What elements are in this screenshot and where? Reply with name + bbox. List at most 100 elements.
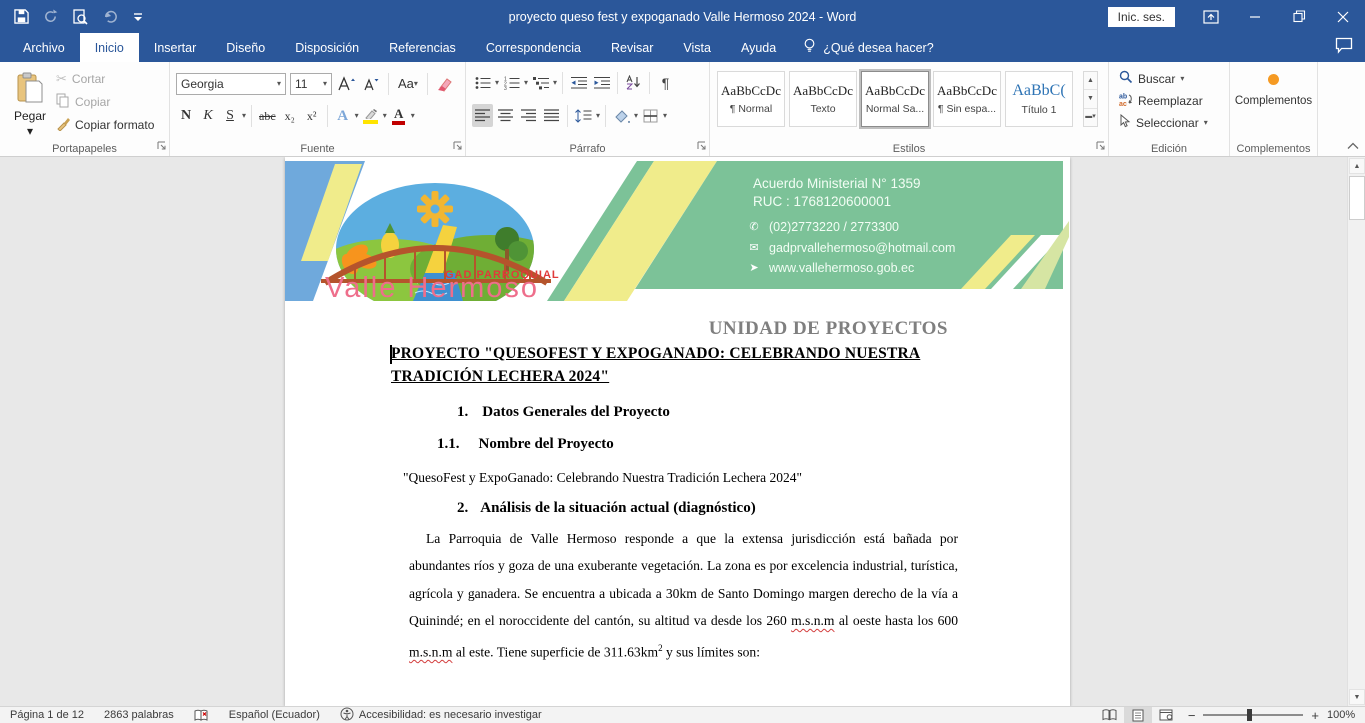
close-button[interactable]	[1321, 0, 1365, 33]
sign-in-button[interactable]: Inic. ses.	[1108, 7, 1175, 27]
bold-button[interactable]: N	[176, 105, 196, 128]
format-painter-button[interactable]: Copiar formato	[56, 114, 154, 136]
styles-scroll-down-icon[interactable]: ▼	[1084, 90, 1097, 108]
undo-icon[interactable]	[102, 10, 119, 24]
read-mode-button[interactable]	[1096, 707, 1124, 723]
select-button[interactable]: Seleccionar ▾	[1119, 114, 1208, 131]
tab-inicio[interactable]: Inicio	[80, 33, 139, 62]
style-card-sin-espaciado[interactable]: AaBbCcDc ¶ Sin espa...	[933, 71, 1001, 127]
superscript-button[interactable]: x²	[302, 105, 322, 128]
shrink-font-button[interactable]	[361, 72, 381, 95]
dialog-launcher-icon[interactable]	[157, 140, 167, 154]
complementos-button[interactable]: Complementos	[1230, 74, 1317, 107]
scroll-down-arrow-icon[interactable]: ▼	[1349, 689, 1365, 705]
print-preview-icon[interactable]	[72, 9, 88, 25]
tell-me-box[interactable]: ¿Qué desea hacer?	[791, 33, 946, 62]
line-spacing-caret-icon[interactable]: ▾	[596, 112, 600, 120]
style-card-titulo-1[interactable]: AaBbC( Título 1	[1005, 71, 1073, 127]
style-card-normal-sa[interactable]: AaBbCcDc Normal Sa...	[861, 71, 929, 127]
bullets-button[interactable]	[472, 71, 493, 94]
zoom-slider-thumb[interactable]	[1247, 709, 1252, 721]
styles-gallery-more-icon[interactable]: ▬▾	[1084, 109, 1097, 126]
dialog-launcher-icon[interactable]	[453, 140, 463, 154]
vertical-scrollbar[interactable]: ▲ ▼	[1347, 157, 1365, 706]
line-spacing-button[interactable]	[573, 104, 594, 127]
zoom-in-button[interactable]: +	[1311, 708, 1319, 723]
zoom-slider[interactable]	[1203, 714, 1303, 716]
scrollbar-thumb[interactable]	[1349, 176, 1365, 220]
print-layout-button[interactable]	[1124, 707, 1152, 723]
justify-button[interactable]	[541, 104, 562, 127]
shading-caret-icon[interactable]: ▾	[634, 112, 638, 120]
style-card-texto[interactable]: AaBbCcDc Texto	[789, 71, 857, 127]
multilevel-caret-icon[interactable]: ▾	[553, 79, 557, 87]
decrease-indent-button[interactable]	[568, 71, 589, 94]
font-family-combobox[interactable]: Georgia ▾	[176, 73, 286, 95]
show-paragraph-marks-button[interactable]: ¶	[655, 71, 676, 94]
tab-archivo[interactable]: Archivo	[8, 33, 80, 62]
styles-scroll-up-icon[interactable]: ▲	[1084, 72, 1097, 90]
numbering-button[interactable]: 123	[501, 71, 522, 94]
borders-caret-icon[interactable]: ▾	[663, 112, 667, 120]
minimize-button[interactable]	[1233, 0, 1277, 33]
underline-button[interactable]: S	[220, 105, 240, 128]
grow-font-button[interactable]	[336, 72, 357, 95]
language-indicator[interactable]: Español (Ecuador)	[219, 707, 330, 723]
multilevel-list-button[interactable]	[530, 71, 551, 94]
dialog-launcher-icon[interactable]	[1096, 140, 1106, 154]
tab-referencias[interactable]: Referencias	[374, 33, 471, 62]
restore-button[interactable]	[1277, 0, 1321, 33]
find-button[interactable]: Buscar ▾	[1119, 70, 1208, 87]
text-highlight-button[interactable]	[361, 105, 381, 128]
strikethrough-button[interactable]: abc	[257, 105, 278, 128]
dialog-launcher-icon[interactable]	[697, 140, 707, 154]
change-case-button[interactable]: Aa ▾	[396, 72, 420, 95]
font-color-button[interactable]: A	[389, 105, 409, 128]
tab-disposicion[interactable]: Disposición	[280, 33, 374, 62]
collapse-ribbon-chevron-icon[interactable]	[1347, 139, 1359, 153]
clear-formatting-button[interactable]	[435, 72, 456, 95]
font-size-combobox[interactable]: 11 ▾	[290, 73, 332, 95]
zoom-out-button[interactable]: −	[1188, 708, 1196, 723]
text-effects-caret-icon[interactable]: ▾	[355, 112, 359, 120]
subscript-button[interactable]: x₂	[280, 105, 300, 128]
shading-button[interactable]	[611, 104, 632, 127]
tab-correspondencia[interactable]: Correspondencia	[471, 33, 596, 62]
tab-vista[interactable]: Vista	[668, 33, 726, 62]
accessibility-status[interactable]: Accesibilidad: es necesario investigar	[330, 707, 552, 723]
web-layout-button[interactable]	[1152, 707, 1180, 723]
zoom-percentage[interactable]: 100%	[1327, 709, 1365, 721]
proofing-icon[interactable]	[184, 707, 219, 723]
underline-caret-icon[interactable]: ▾	[242, 112, 246, 120]
tab-diseno[interactable]: Diseño	[211, 33, 280, 62]
text-effects-button[interactable]: A	[333, 105, 353, 128]
borders-button[interactable]	[640, 104, 661, 127]
align-right-button[interactable]	[518, 104, 539, 127]
customize-qat-icon[interactable]	[133, 11, 143, 23]
document-page[interactable]: GAD PARROQUIAL Valle Hermoso Acuerdo Min…	[285, 157, 1070, 706]
page-indicator[interactable]: Página 1 de 12	[0, 707, 94, 723]
style-card-normal[interactable]: AaBbCcDc ¶ Normal	[717, 71, 785, 127]
align-left-button[interactable]	[472, 104, 493, 127]
font-color-caret-icon[interactable]: ▾	[411, 112, 415, 120]
cut-button[interactable]: ✂ Cortar	[56, 68, 105, 90]
ribbon-display-options-icon[interactable]	[1189, 0, 1233, 33]
tab-ayuda[interactable]: Ayuda	[726, 33, 791, 62]
highlight-caret-icon[interactable]: ▾	[383, 112, 387, 120]
replace-button[interactable]: abac Reemplazar	[1119, 92, 1208, 109]
word-count[interactable]: 2863 palabras	[94, 707, 184, 723]
save-icon[interactable]	[14, 9, 29, 24]
sort-button[interactable]	[623, 71, 644, 94]
copy-button[interactable]: Copiar	[56, 91, 110, 113]
align-center-button[interactable]	[495, 104, 516, 127]
document-text[interactable]: UNIDAD DE PROYECTOS PROYECTO "QUESOFEST …	[285, 301, 1070, 666]
tab-insertar[interactable]: Insertar	[139, 33, 211, 62]
italic-button[interactable]: K	[198, 105, 218, 128]
repeat-icon[interactable]	[43, 9, 58, 24]
numbering-caret-icon[interactable]: ▾	[524, 79, 528, 87]
scroll-up-arrow-icon[interactable]: ▲	[1349, 158, 1365, 174]
tab-revisar[interactable]: Revisar	[596, 33, 668, 62]
bullets-caret-icon[interactable]: ▾	[495, 79, 499, 87]
paste-button[interactable]: Pegar ▾	[8, 68, 52, 140]
feedback-comment-icon[interactable]	[1335, 37, 1353, 59]
